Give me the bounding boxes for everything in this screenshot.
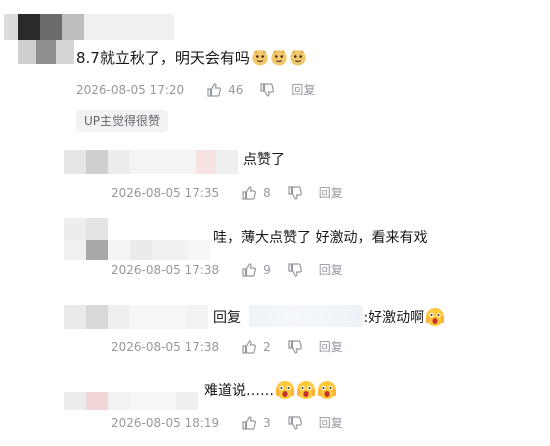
reply-meta: 2026-08-05 18:19 3 回复 (111, 414, 343, 432)
reply-username-mosaic-2 (64, 240, 210, 260)
like-button[interactable]: 3 (241, 415, 271, 431)
reply-content: :好激动啊 (363, 310, 425, 326)
reply-username-mosaic[interactable] (64, 305, 208, 329)
thumb-up-icon (207, 83, 222, 97)
reply-button[interactable]: 回复 (319, 185, 343, 201)
comment-time: 2026-08-05 18:19 (111, 416, 220, 430)
thumb-down-icon (288, 263, 302, 277)
reply-prefix: 回复 (213, 310, 241, 326)
dislike-button[interactable] (287, 262, 303, 278)
mentioned-user-mosaic[interactable] (249, 305, 364, 327)
thumb-up-icon (242, 186, 257, 200)
like-count: 8 (263, 186, 271, 200)
reply-meta: 2026-08-05 17:35 8 回复 (111, 184, 343, 202)
reply-button[interactable]: 回复 (319, 262, 343, 278)
like-count: 46 (228, 83, 244, 97)
main-comment-content: 8.7就立秋了，明天会有吗 (76, 49, 250, 67)
shocked-emoji-icon (276, 381, 294, 399)
thumb-up-icon (242, 263, 257, 277)
comment-time: 2026-08-05 17:38 (111, 263, 220, 277)
like-count: 9 (263, 263, 271, 277)
like-button[interactable]: 9 (241, 262, 271, 278)
shocked-emoji-icon (318, 381, 336, 399)
reply-button[interactable]: 回复 (319, 339, 343, 355)
main-comment-username-mosaic-2 (18, 40, 74, 64)
thumb-down-icon (288, 340, 302, 354)
main-comment-text: 8.7就立秋了，明天会有吗 (76, 48, 307, 68)
doge-emoji-icon (252, 49, 268, 66)
reply-button[interactable]: 回复 (291, 82, 315, 98)
dislike-button[interactable] (287, 415, 303, 431)
reply-text: 回复 :好激动啊 (213, 305, 445, 328)
reply-meta: 2026-08-05 17:38 2 回复 (111, 338, 343, 356)
shocked-emoji-icon (426, 308, 445, 326)
like-button[interactable]: 2 (241, 339, 271, 355)
reply-button[interactable]: 回复 (319, 415, 343, 431)
dislike-button[interactable] (259, 82, 275, 98)
reply-text: 哇，薄大点赞了 好激动，看来有戏 (213, 230, 428, 246)
dislike-button[interactable] (287, 185, 303, 201)
reply-username-mosaic[interactable] (64, 218, 108, 240)
up-liked-badge: UP主觉得很赞 (76, 110, 169, 132)
like-button[interactable]: 46 (206, 82, 243, 98)
reply-username-mosaic[interactable] (64, 392, 198, 410)
comment-time: 2026-08-05 17:20 (76, 83, 185, 97)
reply-text: 难道说…… (204, 380, 337, 401)
dislike-button[interactable] (287, 339, 303, 355)
reply-content: 难道说…… (204, 383, 274, 399)
main-comment-username-mosaic[interactable] (4, 14, 174, 40)
like-count: 3 (263, 416, 271, 430)
comment-time: 2026-08-05 17:35 (111, 186, 220, 200)
like-count: 2 (263, 340, 271, 354)
reply-username-mosaic[interactable] (64, 150, 238, 174)
main-comment-meta: 2026-08-05 17:20 46 回复 (76, 81, 315, 99)
doge-emoji-icon (271, 49, 287, 66)
reply-meta: 2026-08-05 17:38 9 回复 (111, 261, 343, 279)
thumb-up-icon (242, 416, 257, 430)
shocked-emoji-icon (297, 381, 315, 399)
thumb-down-icon (288, 416, 302, 430)
comment-time: 2026-08-05 17:38 (111, 340, 220, 354)
thumb-down-icon (260, 83, 275, 97)
thumb-down-icon (288, 186, 302, 200)
like-button[interactable]: 8 (241, 185, 271, 201)
reply-text: 点赞了 (243, 152, 285, 168)
thumb-up-icon (242, 340, 257, 354)
doge-emoji-icon (290, 49, 306, 66)
